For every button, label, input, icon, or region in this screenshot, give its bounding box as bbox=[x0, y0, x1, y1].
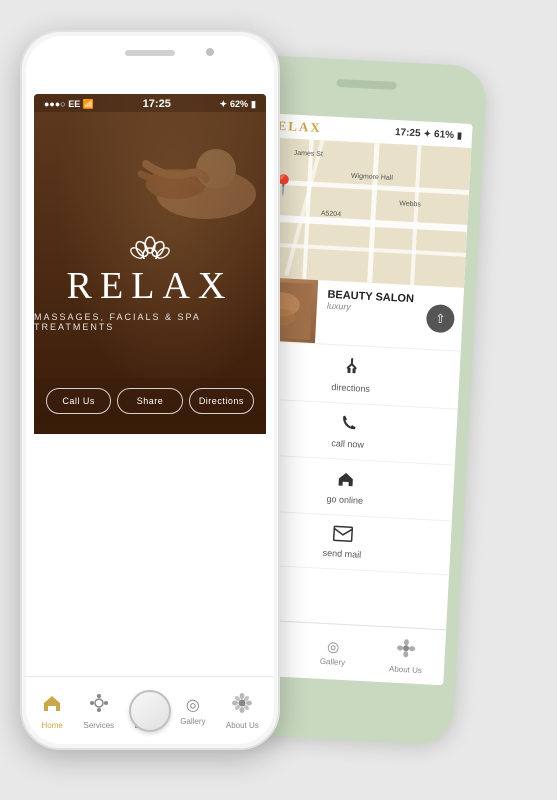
map-label-webbs: Webbs bbox=[399, 200, 421, 208]
hero-tagline-text: MASSAGES, FACIALS & SPA TREATMENTS bbox=[34, 312, 266, 332]
carrier-label: EE bbox=[68, 99, 83, 109]
front-home-icon bbox=[41, 692, 63, 719]
map-grid: Wigmore Hall A5204 James St Webbs bbox=[248, 137, 471, 288]
front-signal: ●●●○ EE 📶 bbox=[44, 99, 94, 110]
front-home-label: Home bbox=[41, 721, 62, 730]
map-road-2 bbox=[251, 214, 467, 232]
front-nav-about[interactable]: About Us bbox=[222, 688, 263, 734]
front-gallery-label: Gallery bbox=[180, 717, 205, 726]
directions-label: directions bbox=[331, 382, 370, 394]
home-svg bbox=[336, 469, 355, 488]
front-services-label: Services bbox=[83, 721, 114, 730]
back-map: Wigmore Hall A5204 James St Webbs 📍 bbox=[248, 137, 471, 288]
front-time: 17:25 bbox=[143, 98, 171, 110]
phone-front: ●●●○ EE 📶 17:25 ✦ 62% ▮ bbox=[20, 30, 280, 750]
map-road-5 bbox=[367, 143, 379, 283]
front-about-label: About Us bbox=[226, 721, 259, 730]
hero-content: RELAX MASSAGES, FACIALS & SPA TREATMENTS bbox=[34, 197, 266, 332]
directions-svg bbox=[341, 356, 362, 377]
hero-brand-text: RELAX bbox=[67, 264, 234, 308]
back-speaker bbox=[336, 79, 396, 90]
back-about-icon bbox=[396, 637, 417, 663]
front-screen: ●●●○ EE 📶 17:25 ✦ 62% ▮ bbox=[34, 94, 266, 674]
share-icon: ⇧ bbox=[435, 311, 446, 326]
back-status-right: 17:25 ✦ 61% ▮ bbox=[395, 126, 463, 140]
front-inner: ●●●○ EE 📶 17:25 ✦ 62% ▮ bbox=[26, 36, 274, 744]
home-nav-svg bbox=[41, 692, 63, 714]
front-battery-icon: ▮ bbox=[251, 99, 256, 110]
front-nav-home[interactable]: Home bbox=[37, 688, 67, 734]
front-battery-area: ✦ 62% ▮ bbox=[219, 99, 256, 110]
back-time: 17:25 bbox=[395, 126, 421, 138]
directions-button[interactable]: Directions bbox=[189, 388, 254, 414]
map-label-a5204: A5204 bbox=[321, 210, 342, 218]
relax-logo-flower bbox=[128, 227, 172, 259]
front-battery-pct: 62% bbox=[230, 99, 248, 109]
back-nav-gallery[interactable]: ◎ Gallery bbox=[320, 637, 347, 666]
map-road-6 bbox=[410, 145, 421, 285]
about-nav-svg bbox=[231, 692, 253, 714]
front-speaker bbox=[125, 50, 175, 56]
front-camera bbox=[206, 48, 214, 56]
back-gallery-icon: ◎ bbox=[327, 638, 340, 656]
front-status-bar: ●●●○ EE 📶 17:25 ✦ 62% ▮ bbox=[34, 94, 266, 112]
map-label-wigmore: Wigmore Hall bbox=[351, 173, 393, 182]
services-nav-svg bbox=[88, 692, 110, 714]
front-gallery-icon: ◎ bbox=[186, 695, 200, 715]
phone-svg bbox=[339, 414, 358, 433]
back-battery-icon: ▮ bbox=[457, 130, 463, 141]
home-icon bbox=[336, 469, 355, 493]
call-us-button[interactable]: Call Us bbox=[46, 388, 111, 414]
signal-bars: ●●●○ bbox=[44, 99, 66, 109]
front-nav-services[interactable]: Services bbox=[79, 688, 118, 734]
back-nav-about[interactable]: About Us bbox=[389, 637, 424, 675]
cta-buttons: Call Us Share Directions bbox=[34, 378, 266, 424]
directions-icon bbox=[341, 356, 362, 382]
front-home-button[interactable] bbox=[129, 690, 171, 732]
map-road-3 bbox=[250, 242, 466, 257]
go-online-label: go online bbox=[326, 494, 363, 506]
front-bluetooth-icon: ✦ bbox=[219, 99, 227, 110]
front-hero: RELAX MASSAGES, FACIALS & SPA TREATMENTS… bbox=[34, 94, 266, 434]
mail-svg bbox=[333, 525, 354, 542]
back-bluetooth-icon: ✦ bbox=[423, 128, 431, 139]
phone-icon bbox=[339, 414, 358, 438]
flower-svg-back bbox=[396, 637, 417, 658]
wifi-icon: 📶 bbox=[83, 99, 94, 109]
back-about-label: About Us bbox=[389, 664, 422, 675]
call-now-label: call now bbox=[331, 438, 364, 450]
share-button[interactable]: Share bbox=[117, 388, 182, 414]
salon-share-button[interactable]: ⇧ bbox=[426, 303, 455, 332]
map-label-james: James St bbox=[294, 150, 324, 159]
back-battery: 61% bbox=[434, 129, 455, 141]
front-about-icon bbox=[231, 692, 253, 719]
back-gallery-label: Gallery bbox=[320, 656, 346, 666]
front-services-icon bbox=[88, 692, 110, 719]
mail-icon bbox=[332, 525, 353, 547]
send-mail-label: send mail bbox=[322, 548, 361, 560]
scene: RELAX 17:25 ✦ 61% ▮ bbox=[0, 0, 557, 800]
salon-details: BEAUTY SALON luxury bbox=[315, 280, 428, 349]
front-nav-gallery[interactable]: ◎ Gallery bbox=[176, 691, 209, 730]
